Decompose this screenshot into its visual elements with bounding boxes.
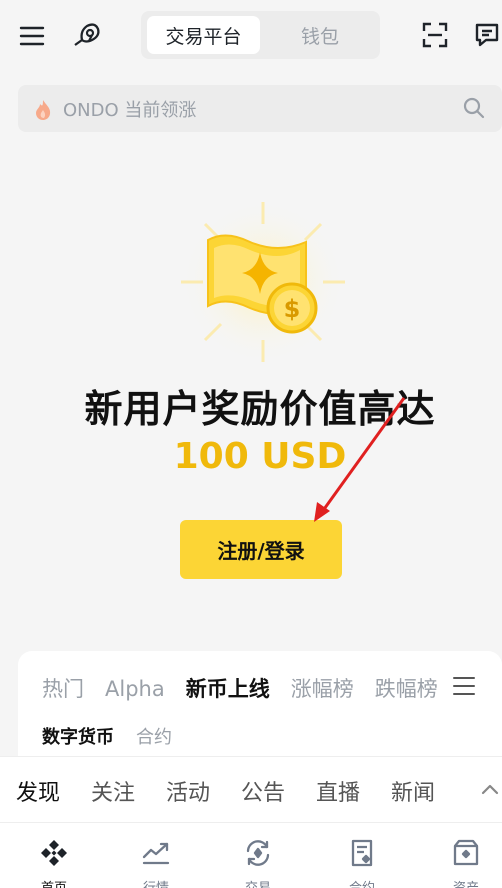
tab-hot[interactable]: 热门 <box>42 673 84 703</box>
nav-trade[interactable]: 交易 <box>218 837 298 888</box>
nav-futures-label: 合约 <box>322 877 402 888</box>
tab-losers[interactable]: 跌幅榜 <box>375 673 438 703</box>
bottom-nav: 首页 行情 交易 合约 资产 <box>0 822 502 888</box>
feed-tabs: 发现 关注 活动 公告 直播 新闻 <box>0 756 502 822</box>
search-placeholder: ONDO 当前领涨 <box>63 100 197 121</box>
assets-icon <box>450 839 482 873</box>
feed-tab-announcements[interactable]: 公告 <box>241 775 285 807</box>
chevron-up-icon[interactable] <box>480 781 500 800</box>
promo-headline: 新用户奖励价值高达 <box>84 387 436 431</box>
tab-gainers[interactable]: 涨幅榜 <box>291 673 354 703</box>
market-tabs: 热门 Alpha 新币上线 涨幅榜 跌幅榜 <box>42 673 494 703</box>
feed-tab-news[interactable]: 新闻 <box>391 775 435 807</box>
tab-alpha[interactable]: Alpha <box>105 677 165 701</box>
reward-ticket-illustration: $ <box>178 200 348 374</box>
tab-wallet[interactable]: 钱包 <box>266 16 374 54</box>
tab-new-listings[interactable]: 新币上线 <box>186 673 270 703</box>
feed-tab-events[interactable]: 活动 <box>166 775 210 807</box>
nav-home[interactable]: 首页 <box>14 837 94 888</box>
menu-icon[interactable] <box>18 22 46 50</box>
search-bar[interactable]: ONDO 当前领涨 <box>18 85 502 132</box>
nav-futures[interactable]: 合约 <box>322 837 402 888</box>
list-menu-icon[interactable] <box>452 675 476 701</box>
register-login-button[interactable]: 注册/登录 <box>180 520 342 579</box>
feed-tab-live[interactable]: 直播 <box>316 775 360 807</box>
subtab-spot[interactable]: 数字货币 <box>42 723 114 749</box>
trade-icon <box>242 840 274 873</box>
nav-assets[interactable]: 资产 <box>426 837 502 888</box>
support-icon[interactable] <box>70 18 104 52</box>
home-icon <box>38 840 70 873</box>
market-subtabs: 数字货币 合约 <box>42 723 194 749</box>
nav-assets-label: 资产 <box>426 877 502 888</box>
nav-trade-label: 交易 <box>218 877 298 888</box>
fire-icon <box>34 99 52 125</box>
platform-switch: 交易平台 钱包 <box>141 11 380 59</box>
scan-icon[interactable] <box>420 20 450 50</box>
subtab-futures[interactable]: 合约 <box>136 723 172 749</box>
nav-markets[interactable]: 行情 <box>116 837 196 888</box>
feed-tab-following[interactable]: 关注 <box>91 775 135 807</box>
markets-icon <box>140 842 172 873</box>
svg-text:$: $ <box>284 295 301 323</box>
tab-exchange[interactable]: 交易平台 <box>147 16 260 54</box>
feed-tab-discover[interactable]: 发现 <box>16 775 60 807</box>
message-icon[interactable] <box>472 20 502 50</box>
nav-home-label: 首页 <box>14 877 94 888</box>
futures-icon <box>346 839 378 873</box>
search-icon[interactable] <box>462 96 486 124</box>
nav-markets-label: 行情 <box>116 877 196 888</box>
promo-amount: 100 USD <box>173 436 347 477</box>
top-bar: 交易平台 钱包 <box>0 0 502 72</box>
